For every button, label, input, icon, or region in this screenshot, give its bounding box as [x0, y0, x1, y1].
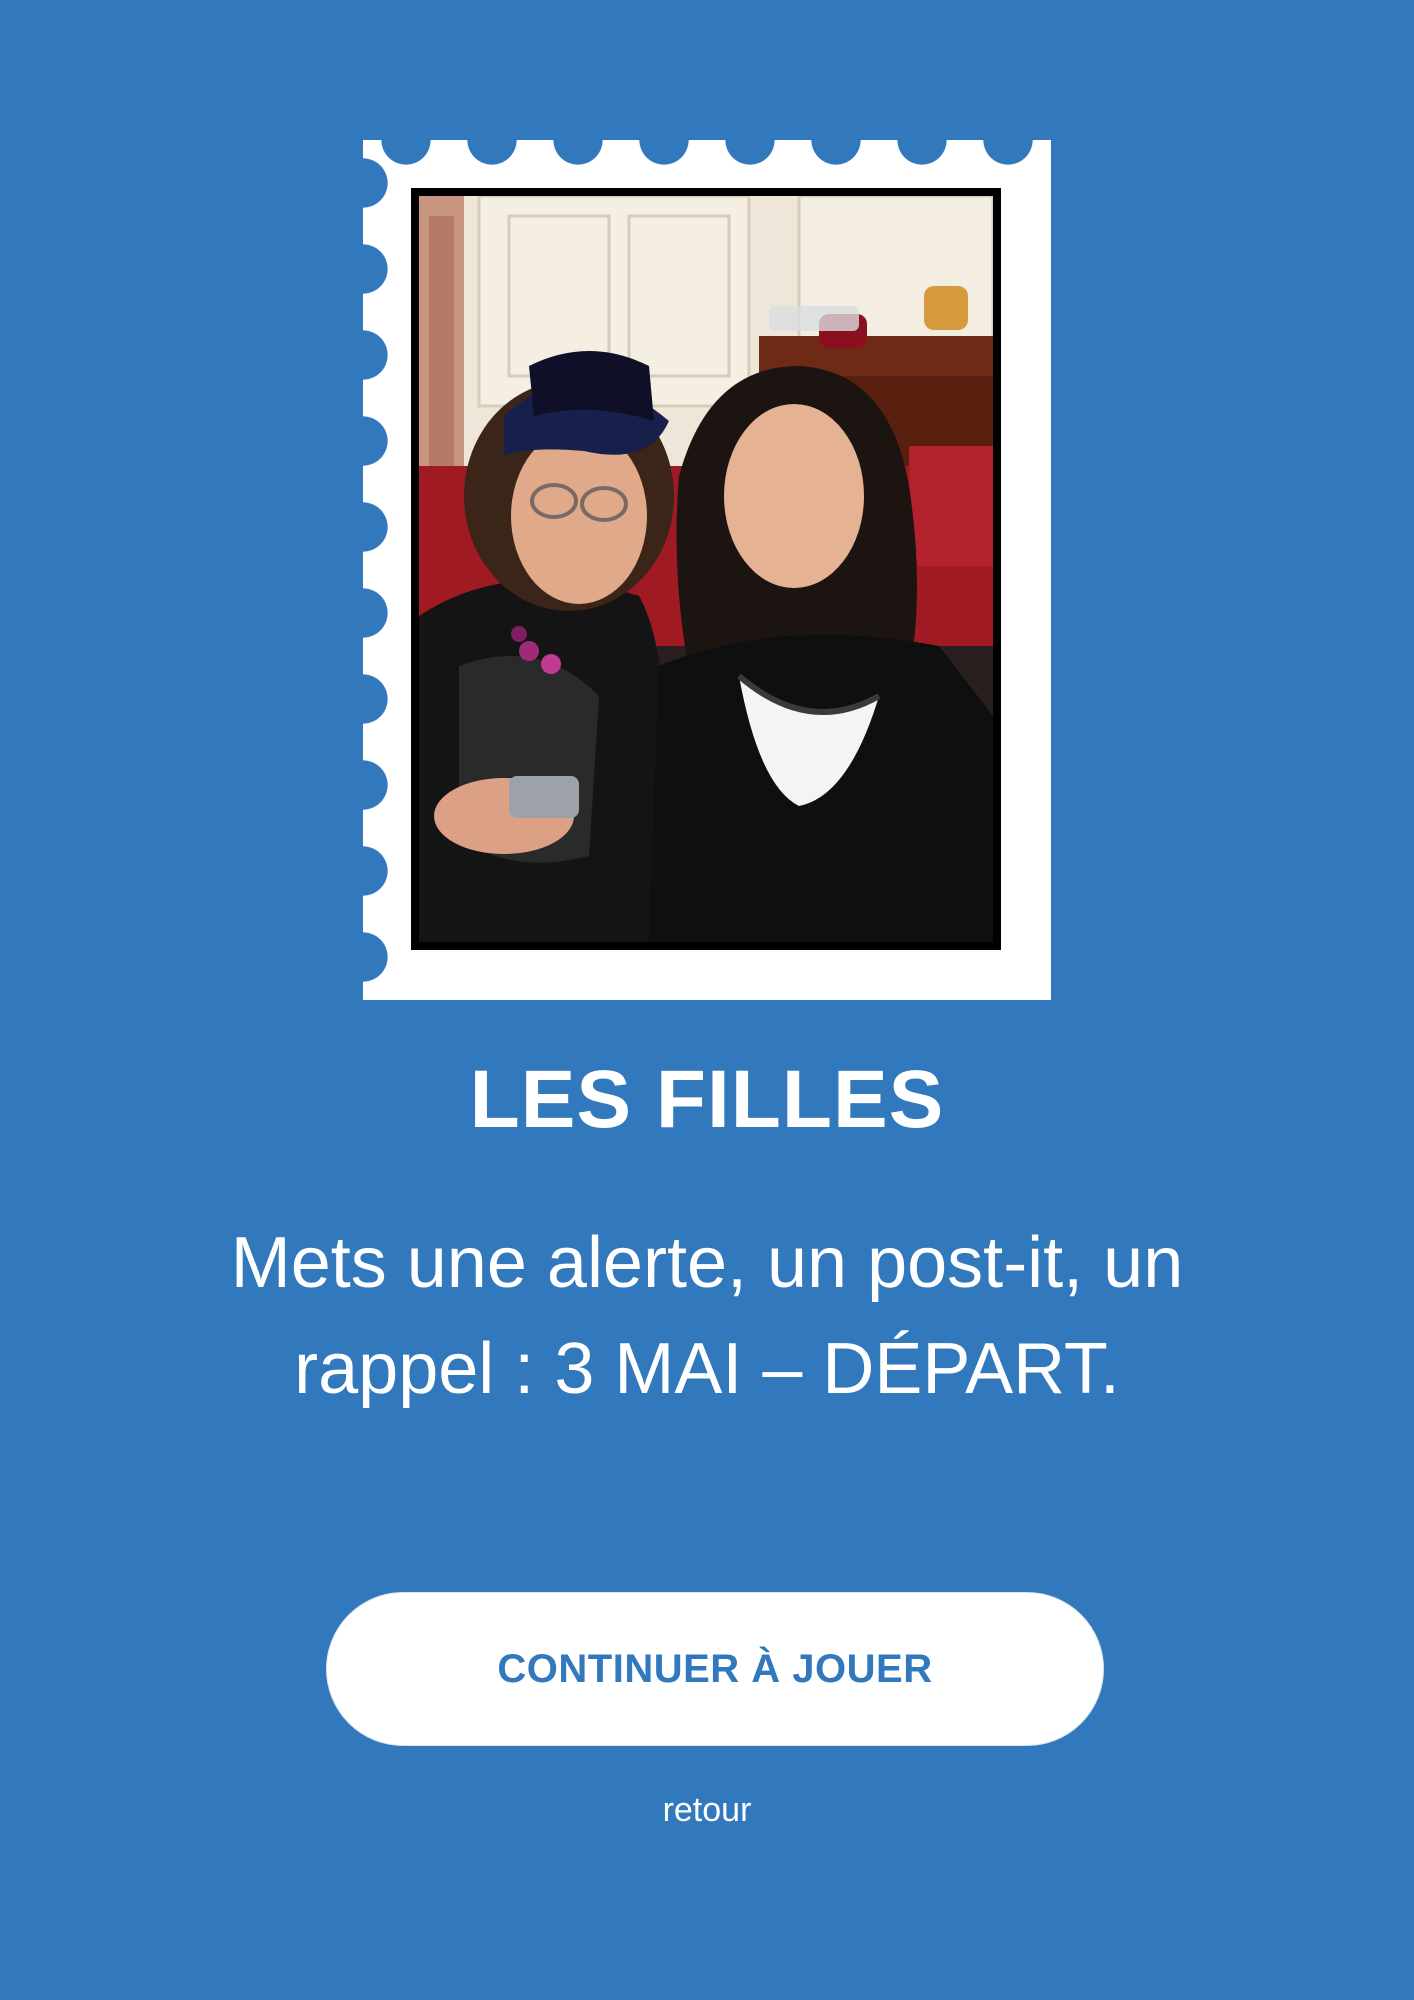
photo [411, 188, 1001, 950]
postage-stamp-frame [363, 140, 1051, 1000]
reminder-message: Mets une alerte, un post-it, un rappel :… [230, 1223, 1184, 1409]
page-title: LES FILLES [469, 1054, 945, 1145]
back-link[interactable]: retour [0, 1788, 1414, 1832]
photo-two-women-icon [419, 196, 993, 942]
continue-playing-button[interactable]: CONTINUER À JOUER [326, 1592, 1104, 1746]
